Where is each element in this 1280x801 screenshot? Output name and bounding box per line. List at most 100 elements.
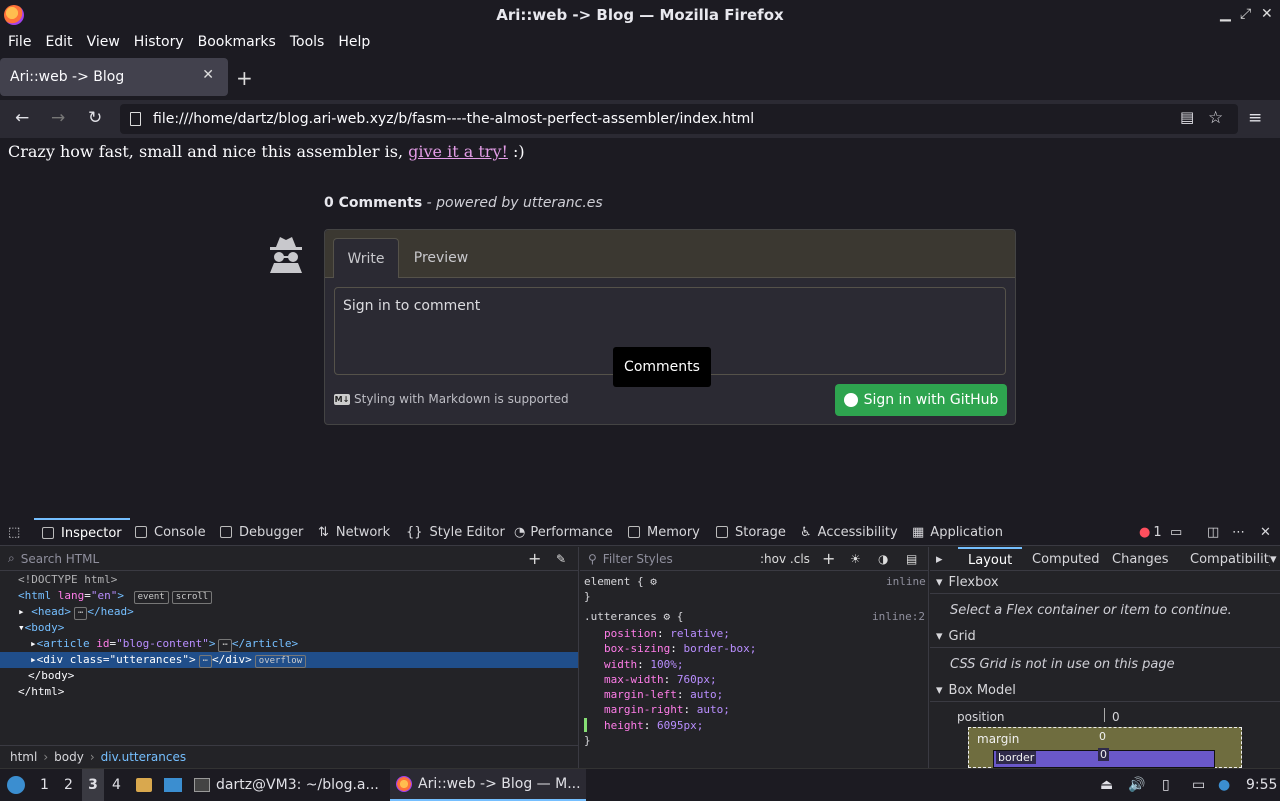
tab-computed[interactable]: Computed [1032,547,1100,571]
close-devtools-icon[interactable]: ✕ [1260,518,1271,546]
hamburger-menu-icon[interactable]: ≡ [1248,108,1262,128]
reader-view-icon[interactable]: ▤ [1180,108,1194,126]
decl-box-sizing[interactable]: box-sizing: border-box; [604,641,756,656]
dark-scheme-icon[interactable]: ◑ [878,552,888,566]
minimize-icon[interactable]: ▁ [1220,6,1231,22]
event-badge[interactable]: event [133,591,169,604]
breadcrumb-div-utterances[interactable]: div.utterances [101,750,186,764]
bookmark-star-icon[interactable]: ☆ [1208,108,1223,128]
notification-icon[interactable]: ● [1218,769,1230,801]
doctype-node[interactable]: <!DOCTYPE html> [18,572,117,588]
utterances-rule-selector[interactable]: .utterances ⚙ { [584,609,683,624]
tab-compatibility[interactable]: Compatibility [1190,547,1270,571]
give-it-a-try-link[interactable]: give it a try! [408,142,508,161]
dock-icon[interactable]: ◫ [1207,518,1219,546]
eyedropper-icon[interactable]: ✎ [556,552,566,566]
show-desktop-icon[interactable] [164,769,182,801]
sign-in-github-button[interactable]: Sign in with GitHub [835,384,1007,416]
decl-margin-left[interactable]: margin-left: auto; [604,687,723,702]
grid-section-header[interactable]: ▾ Grid [930,626,1280,648]
tab-storage[interactable]: Storage [716,518,786,546]
tab-console[interactable]: Console [135,518,206,546]
boxmodel-border[interactable]: border 0 [993,748,1215,768]
back-icon[interactable]: ← [15,108,29,128]
clipboard-icon[interactable]: ▯ [1162,769,1170,801]
comments-count[interactable]: 0 Comments [324,195,422,211]
tab-accessibility[interactable]: ♿ Accessibility [800,518,898,546]
tab-inspector[interactable]: Inspector [34,518,130,546]
breadcrumb-html[interactable]: html [10,750,37,764]
boxmodel-margin[interactable]: margin 0 border 0 [968,727,1242,768]
add-rule-icon[interactable]: + [822,549,835,568]
tab-changes[interactable]: Changes [1112,547,1169,571]
add-node-icon[interactable]: + [528,549,541,568]
tab-layout[interactable]: Layout [958,547,1023,571]
tabs-dropdown-icon[interactable]: ▾ [1270,547,1277,571]
taskbar-terminal[interactable]: dartz@VM3: ~/blog.a... [194,769,379,801]
close-window-icon[interactable]: ✕ [1261,6,1273,22]
error-count[interactable]: ● 1 [1139,518,1162,546]
tray-eject-icon[interactable]: ⏏ [1100,769,1113,801]
gear-icon[interactable]: ⚙ [650,575,657,588]
menu-help[interactable]: Help [338,34,370,50]
body-node[interactable]: ▾<body> [18,620,64,636]
boxmodel-position-value[interactable]: 0 [1112,710,1120,724]
html-close-node[interactable]: </html> [18,684,64,700]
flexbox-section-header[interactable]: ▾ Flexbox [930,572,1280,594]
light-scheme-icon[interactable]: ☀ [850,552,861,566]
element-picker-icon[interactable]: ⬚ [8,518,20,546]
ellipsis-badge[interactable]: ⋯ [198,655,213,668]
tab-style-editor[interactable]: {} Style Editor [406,518,505,546]
tab-write[interactable]: Write [333,238,399,278]
workspace-3[interactable]: 3 [82,769,104,801]
scroll-badge[interactable]: scroll [171,591,213,604]
tab-blog[interactable]: Ari::web -> Blog ✕ [0,58,228,96]
clock[interactable]: 9:55 [1246,769,1277,801]
volume-icon[interactable]: 🔊 [1128,769,1145,801]
expand-icon[interactable]: ▸ [30,637,37,650]
search-html-input[interactable]: ⌕ Search HTML + ✎ [0,547,579,571]
responsive-icon[interactable]: ▭ [1170,518,1182,546]
decl-position[interactable]: position: relative; [604,626,730,641]
network-tray-icon[interactable]: ▭ [1192,769,1205,801]
menu-view[interactable]: View [87,34,120,50]
filter-styles-input[interactable]: ⚲ Filter Styles :hov .cls + ☀ ◑ ▤ [580,547,929,571]
html-node[interactable]: <html lang="en"> event scroll [18,588,213,604]
menu-tools[interactable]: Tools [290,34,325,50]
margin-value[interactable]: 0 [1099,730,1106,743]
tab-network[interactable]: ⇅ Network [318,518,390,546]
decl-height[interactable]: height: 6095px; [604,718,703,733]
border-value[interactable]: 0 [1098,748,1109,761]
hov-cls-toggle[interactable]: :hov .cls [760,552,810,566]
more-options-icon[interactable]: ⋯ [1232,518,1245,546]
workspace-1[interactable]: 1 [40,769,49,801]
div-utterances-node[interactable]: ▸<div class="utterances"> ⋯ </div> overflow [0,652,578,668]
toggle-sidebar-icon[interactable]: ▸ [936,547,943,571]
decl-max-width[interactable]: max-width: 760px; [604,672,717,687]
element-rule-selector[interactable]: element { ⚙ [584,574,657,589]
workspace-4[interactable]: 4 [112,769,121,801]
reload-icon[interactable]: ↻ [88,108,102,128]
new-tab-icon[interactable]: + [236,66,253,90]
head-node[interactable]: ▸ <head> ⋯ </head> [18,604,134,620]
file-manager-icon[interactable] [136,769,152,801]
utterances-rule-source[interactable]: inline:2 [872,609,925,624]
forward-icon[interactable]: → [51,108,65,128]
tab-application[interactable]: ▦ Application [912,518,1003,546]
tab-preview[interactable]: Preview [407,238,475,278]
taskbar-firefox[interactable]: Ari::web -> Blog — M... [390,769,586,801]
print-media-icon[interactable]: ▤ [906,552,917,566]
tab-debugger[interactable]: Debugger [220,518,303,546]
decl-width[interactable]: width: 100%; [604,657,684,672]
tab-performance[interactable]: ◔ Performance [514,518,613,546]
body-close-node[interactable]: </body> [28,668,74,684]
boxmodel-section-header[interactable]: ▾ Box Model [930,680,1280,702]
expand-icon[interactable]: ▸ [30,653,37,666]
breadcrumb-body[interactable]: body [54,750,84,764]
article-node[interactable]: ▸<article id="blog-content"> ⋯ </article> [30,636,298,652]
decl-margin-right[interactable]: margin-right: auto; [604,702,730,717]
tab-memory[interactable]: Memory [628,518,700,546]
collapse-icon[interactable]: ▾ [18,621,25,634]
ellipsis-badge[interactable]: ⋯ [218,639,232,652]
gear-icon[interactable]: ⚙ [663,610,670,623]
